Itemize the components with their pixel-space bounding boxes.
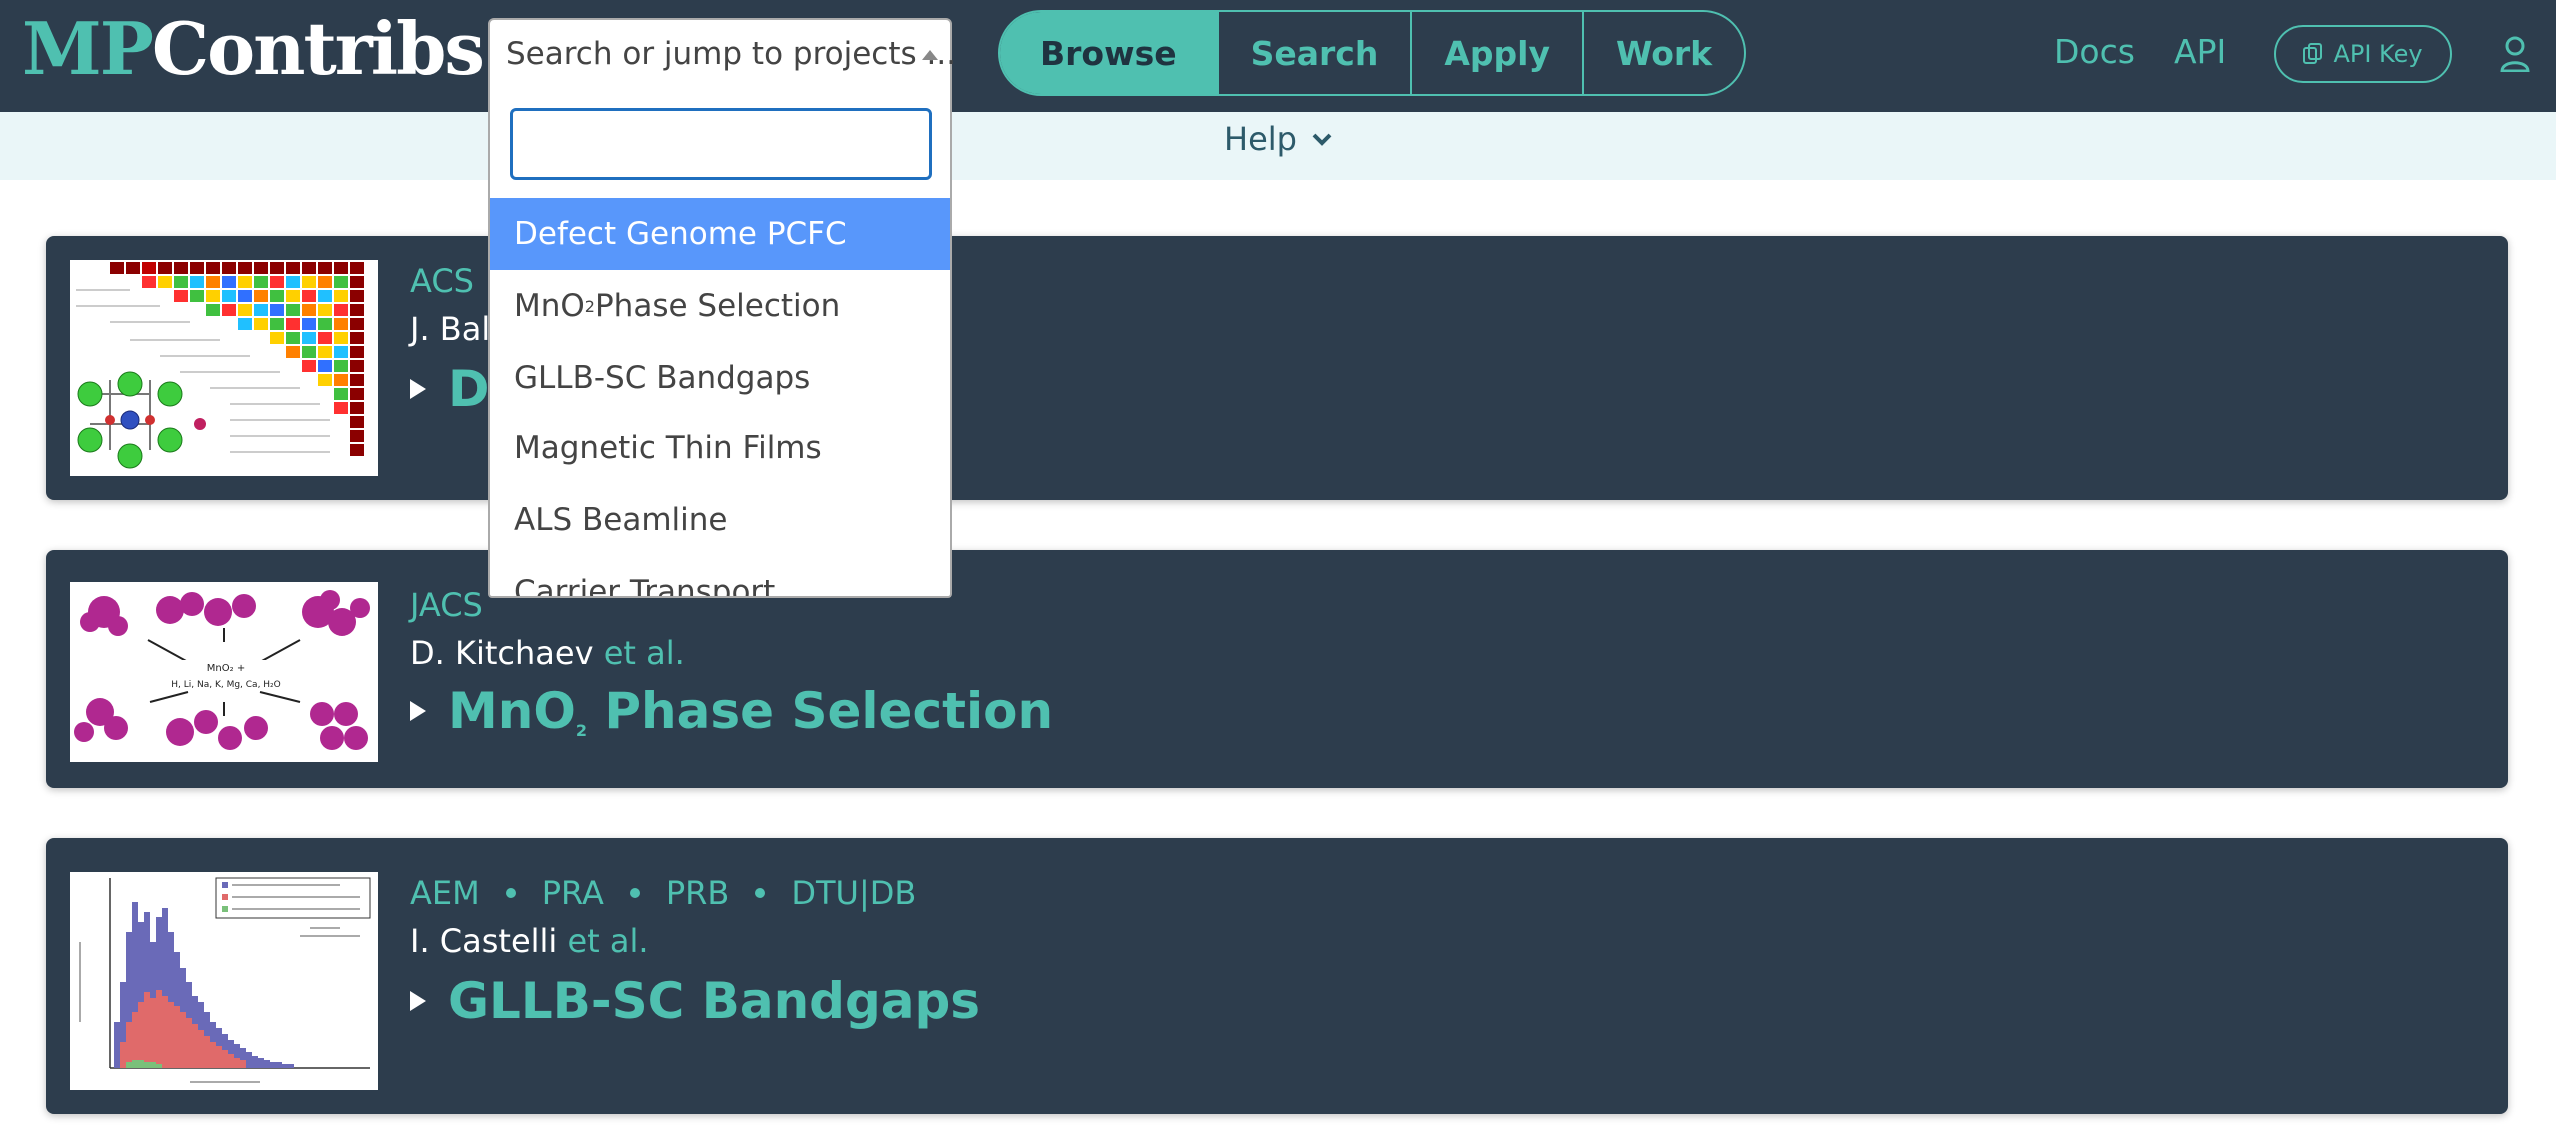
project-title-text: D: [448, 360, 490, 418]
project-card[interactable]: AEM PRA PRB DTU|DB I. Castelli et al. GL…: [46, 838, 2508, 1114]
logo-contribs: Contribs: [151, 6, 485, 91]
svg-text:MnO₂ +: MnO₂ +: [207, 663, 245, 674]
journal-link[interactable]: JACS: [410, 586, 483, 624]
api-link[interactable]: API: [2174, 32, 2226, 71]
user-icon[interactable]: [2500, 36, 2530, 72]
journal-list: AEM PRA PRB DTU|DB: [410, 874, 916, 912]
api-key-button[interactable]: API Key: [2274, 25, 2452, 83]
separator-dot: [505, 888, 516, 898]
triangle-right-icon: [410, 379, 426, 399]
triangle-right-icon: [410, 701, 426, 721]
journal-link[interactable]: PRA: [542, 874, 604, 912]
project-title-text: MnO2 Phase Selection: [448, 682, 1054, 740]
dropdown-option[interactable]: Defect Genome PCFC: [490, 198, 950, 270]
chevron-down-icon: [1312, 133, 1332, 146]
logo[interactable]: MPContribs: [22, 6, 485, 91]
logo-mp: MP: [22, 6, 154, 91]
et-al-link[interactable]: et al.: [567, 922, 648, 960]
project-title-text: GLLB-SC Bandgaps: [448, 972, 981, 1030]
nav-apply-button[interactable]: Apply: [1410, 12, 1582, 94]
project-card[interactable]: ACS J. Bala D: [46, 236, 2508, 500]
nav-search-button[interactable]: Search: [1216, 12, 1411, 94]
nav-browse-button[interactable]: Browse: [1000, 12, 1217, 94]
help-menu[interactable]: Help: [1224, 120, 1333, 158]
et-al-link[interactable]: et al.: [604, 634, 685, 672]
journal-link[interactable]: AEM: [410, 874, 480, 912]
project-card[interactable]: MnO₂ + H, Li, Na, K, Mg, Ca, H₂O JACS D.…: [46, 550, 2508, 788]
dropdown-option[interactable]: Magnetic Thin Films: [490, 412, 950, 484]
journal-link[interactable]: ACS: [410, 262, 474, 300]
dropdown-option[interactable]: GLLB-SC Bandgaps: [490, 342, 950, 414]
journal-list: JACS: [410, 586, 483, 624]
dropdown-option[interactable]: ALS Beamline: [490, 484, 950, 556]
author-name: I. Castelli: [410, 922, 558, 960]
nav-work-button[interactable]: Work: [1581, 12, 1744, 94]
search-placeholder: Search or jump to projects ...: [506, 36, 957, 72]
copy-icon: [2303, 43, 2323, 64]
project-title[interactable]: MnO2 Phase Selection: [410, 682, 1053, 740]
project-search-select[interactable]: Search or jump to projects ...: [488, 18, 956, 90]
top-navbar: MPContribs Search or jump to projects ..…: [0, 0, 2556, 112]
help-label: Help: [1224, 120, 1297, 158]
project-thumbnail: MnO₂ + H, Li, Na, K, Mg, Ca, H₂O: [70, 582, 378, 762]
triangle-right-icon: [410, 991, 426, 1011]
caret-up-icon: [922, 50, 938, 60]
dropdown-option[interactable]: Carrier Transport: [490, 556, 950, 596]
dropdown-option[interactable]: MnO 2 Phase Selection: [490, 270, 950, 342]
separator-dot: [629, 888, 640, 898]
author-name: D. Kitchaev: [410, 634, 594, 672]
docs-link[interactable]: Docs: [2054, 32, 2135, 71]
project-dropdown: Defect Genome PCFC MnO 2 Phase Selection …: [488, 88, 952, 598]
project-authors: D. Kitchaev et al.: [410, 634, 685, 672]
project-title[interactable]: D: [410, 360, 490, 418]
journal-link[interactable]: DTU|DB: [791, 874, 916, 912]
svg-text:H, Li, Na, K, Mg, Ca, H₂O: H, Li, Na, K, Mg, Ca, H₂O: [171, 680, 281, 690]
journal-link[interactable]: PRB: [666, 874, 729, 912]
separator-dot: [755, 888, 766, 898]
project-thumbnail: [70, 260, 378, 476]
main-nav-group: Browse Search Apply Work: [998, 10, 1747, 96]
dropdown-search-input[interactable]: [510, 108, 932, 180]
api-key-label: API Key: [2333, 40, 2423, 68]
project-thumbnail: [70, 872, 378, 1090]
project-authors: I. Castelli et al.: [410, 922, 649, 960]
project-title[interactable]: GLLB-SC Bandgaps: [410, 972, 980, 1030]
journal-list: ACS: [410, 262, 474, 300]
